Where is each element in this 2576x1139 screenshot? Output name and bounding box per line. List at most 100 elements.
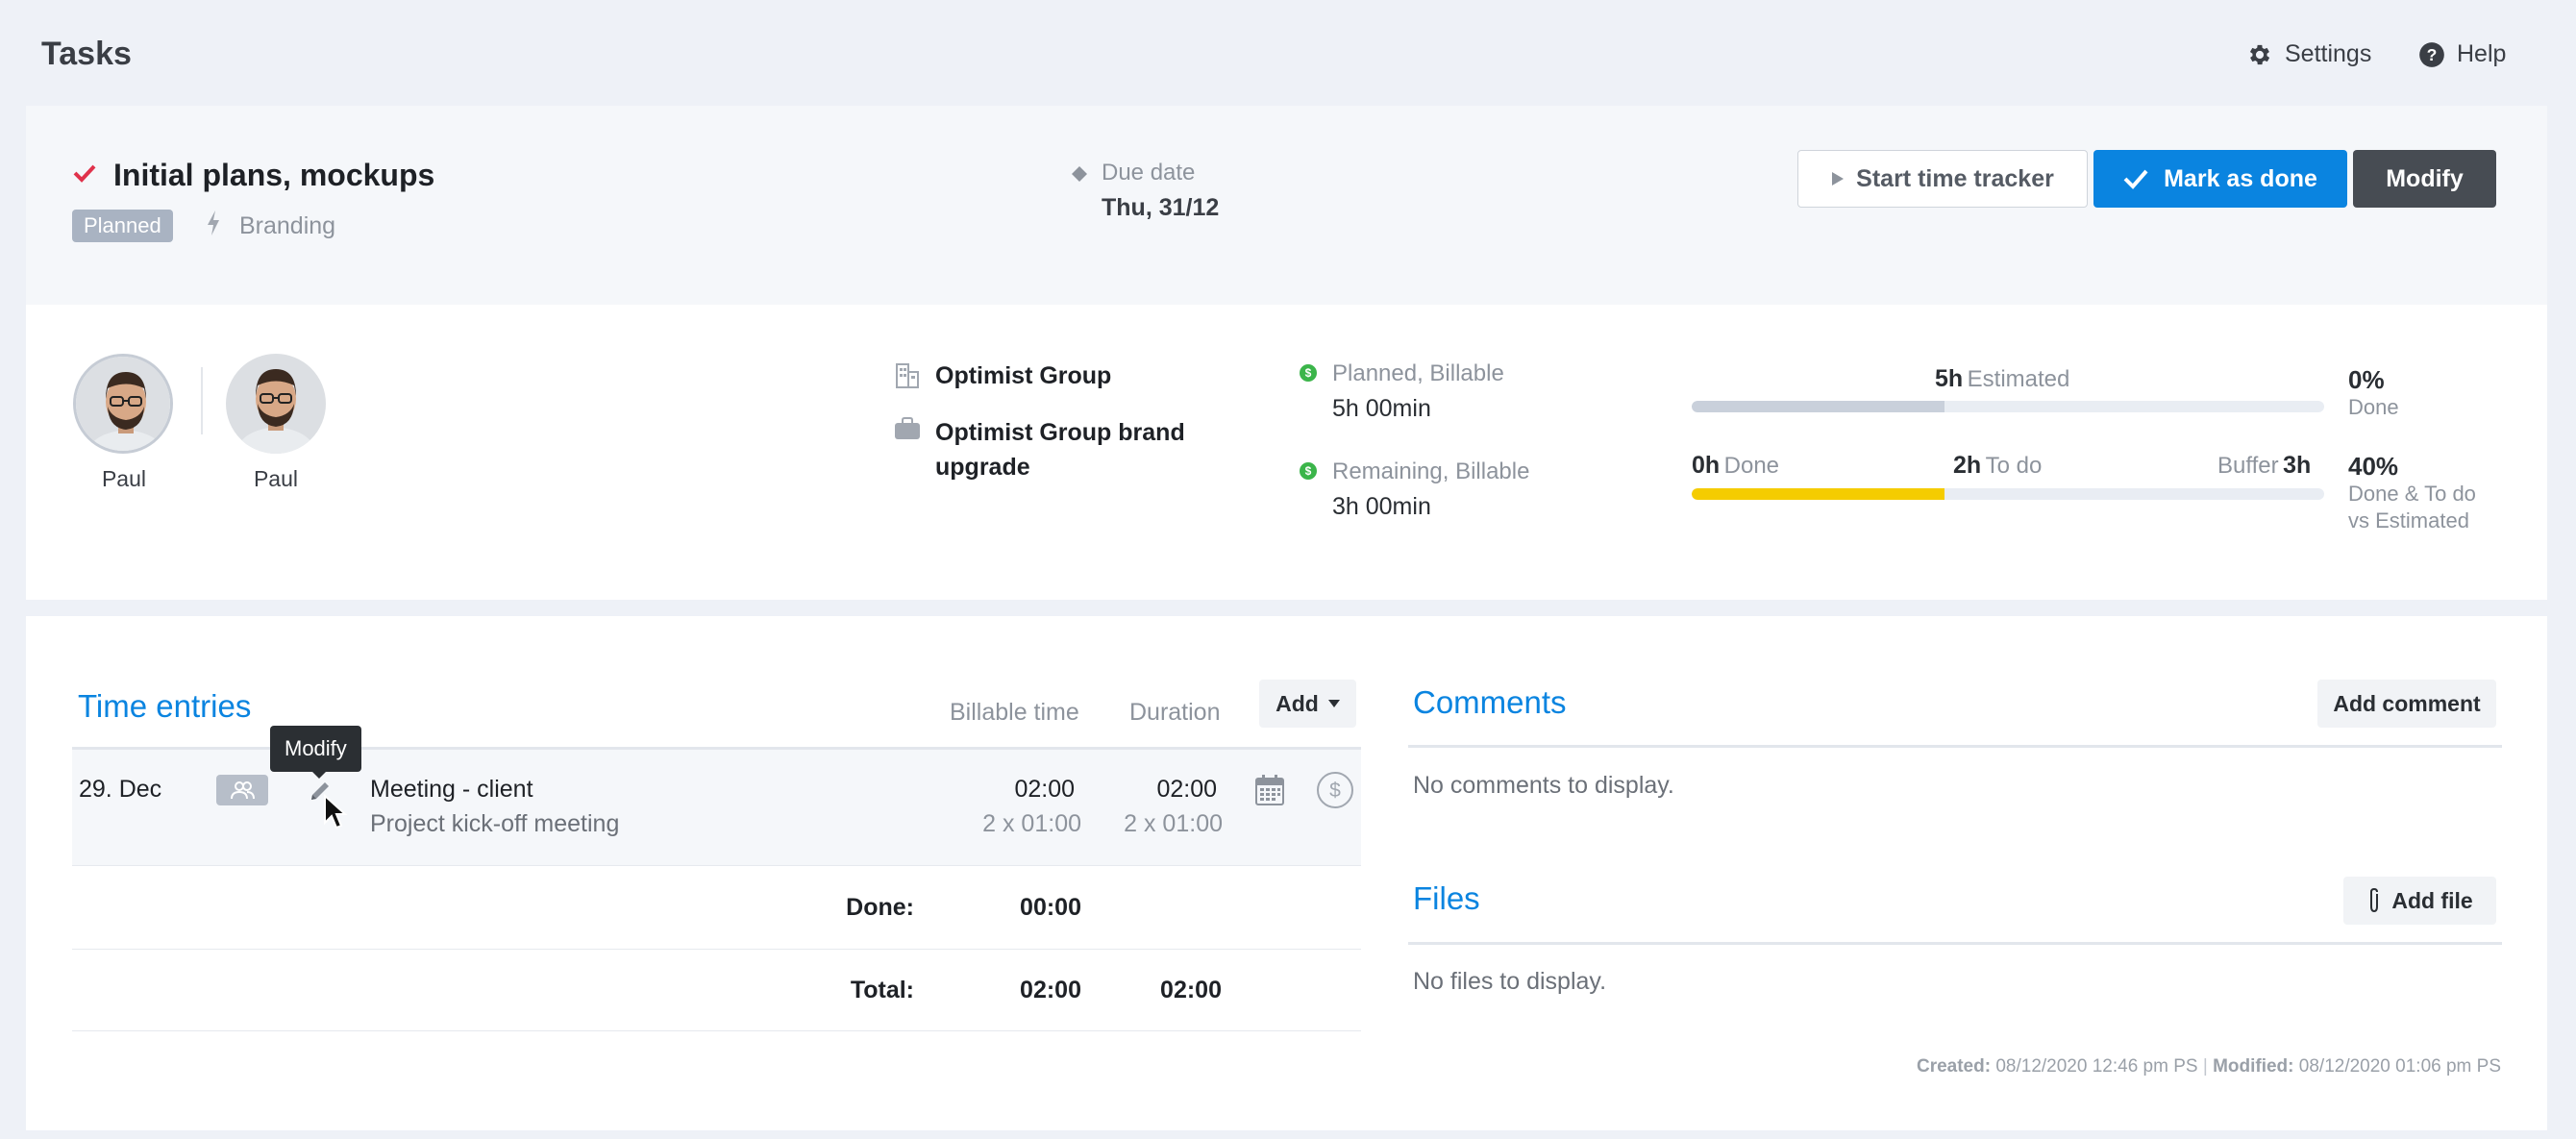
settings-link[interactable]: Settings — [2246, 40, 2371, 68]
project-name[interactable]: Optimist Group brand upgrade — [935, 415, 1214, 484]
comments-empty-message: No comments to display. — [1413, 772, 1674, 799]
billable-time-header: Billable time — [950, 699, 1079, 726]
mark-as-done-label: Mark as done — [2164, 164, 2317, 192]
start-time-tracker-button[interactable]: Start time tracker — [1797, 150, 2088, 208]
row-divider — [72, 949, 1361, 950]
start-time-tracker-label: Start time tracker — [1856, 164, 2054, 192]
estimated-bar-fill — [1692, 401, 1945, 412]
check-icon — [2123, 168, 2148, 189]
mark-as-done-button[interactable]: Mark as done — [2093, 150, 2347, 208]
done-percent-label: Done — [2348, 395, 2399, 419]
duration-header: Duration — [1129, 699, 1221, 726]
dollar-icon: $ — [1300, 462, 1317, 480]
created-label: Created: — [1916, 1056, 1992, 1077]
entry-date: 29. Dec — [79, 776, 162, 803]
estimated-hours: 5h — [1935, 365, 1964, 392]
calendar-icon[interactable] — [1255, 775, 1284, 805]
billable-dollar-icon[interactable]: $ — [1316, 771, 1354, 809]
diamond-icon — [1071, 165, 1088, 183]
table-row[interactable] — [72, 750, 1361, 865]
avatar-name: Paul — [101, 466, 147, 491]
row-divider — [72, 1030, 1361, 1031]
time-entries-title: Time entries — [78, 688, 252, 724]
combined-percent-line2: vs Estimated — [2348, 508, 2469, 532]
svg-text:$: $ — [1329, 780, 1341, 802]
comments-title: Comments — [1413, 684, 1567, 720]
avatar[interactable] — [226, 354, 326, 454]
help-label: Help — [2457, 40, 2507, 67]
settings-label: Settings — [2285, 40, 2372, 67]
modified-label: Modified: — [2213, 1056, 2294, 1077]
help-link[interactable]: ? Help — [2418, 40, 2506, 68]
planned-billable-value: 5h 00min — [1332, 395, 1431, 422]
combined-percent: 40% — [2348, 452, 2399, 481]
files-divider — [1408, 942, 2502, 945]
status-badge: Planned — [72, 210, 173, 242]
done-caption: 0h Done — [1692, 452, 1779, 480]
estimated-bar — [1692, 401, 2324, 412]
avatar-name: Paul — [253, 466, 299, 491]
entry-description: Project kick-off meeting — [370, 810, 620, 837]
buffer-label: Buffer — [2217, 453, 2279, 479]
todo-hours: 2h — [1953, 452, 1982, 479]
users-icon — [216, 775, 268, 805]
dollar-icon: $ — [1300, 364, 1317, 382]
entry-billable-time: 02:00 — [1014, 776, 1075, 803]
combined-percent-line1: Done & To do — [2348, 482, 2476, 506]
remaining-billable-value: 3h 00min — [1332, 493, 1431, 520]
add-file-button[interactable]: Add file — [2343, 877, 2496, 925]
progress-bar-fill — [1692, 488, 1945, 500]
help-icon: ? — [2418, 41, 2445, 68]
meta-separator: | — [2202, 1056, 2208, 1077]
total-billable-value: 02:00 — [1020, 977, 1081, 1003]
paperclip-icon — [2366, 887, 2382, 914]
files-title: Files — [1413, 880, 1480, 916]
files-empty-message: No files to display. — [1413, 968, 1607, 995]
page-title: Tasks — [41, 36, 132, 72]
created-modified-meta: Created: 08/12/2020 12:46 pm PS | Modifi… — [1917, 1056, 2501, 1077]
done-percent: 0% — [2348, 365, 2385, 394]
due-date-value: Thu, 31/12 — [1102, 194, 1220, 221]
add-label: Add — [1276, 690, 1319, 716]
row-divider — [72, 865, 1361, 866]
gear-icon — [2246, 41, 2273, 68]
progress-bar — [1692, 488, 2324, 500]
modified-value: 08/12/2020 01:06 pm PS — [2298, 1056, 2501, 1077]
done-hours: 0h — [1692, 452, 1721, 479]
done-label: Done — [1723, 453, 1780, 479]
done-sum-value: 00:00 — [1020, 894, 1081, 921]
modify-button[interactable]: Modify — [2353, 150, 2496, 208]
task-tag: Branding — [239, 212, 336, 239]
caret-down-icon — [1327, 700, 1340, 707]
created-value: 08/12/2020 12:46 pm PS — [1995, 1056, 2198, 1077]
client-name[interactable]: Optimist Group — [935, 362, 1111, 390]
avatar-divider — [201, 367, 203, 434]
due-date-label: Due date — [1102, 160, 1196, 186]
planned-billable-label: Planned, Billable — [1332, 360, 1504, 386]
modify-tooltip: Modify — [270, 726, 361, 772]
task-info-panel — [26, 305, 2547, 600]
add-time-entry-button[interactable]: Add — [1259, 680, 1356, 728]
mouse-cursor-icon — [323, 794, 348, 830]
svg-text:?: ? — [2427, 44, 2438, 63]
comments-divider — [1408, 745, 2502, 748]
entry-title: Meeting - client — [370, 776, 533, 803]
done-sum-label: Done: — [846, 894, 914, 921]
buffer-caption: Buffer 3h — [2217, 452, 2311, 480]
avatar[interactable] — [73, 354, 173, 454]
todo-caption: 2h To do — [1953, 452, 2042, 480]
bolt-icon — [205, 210, 222, 236]
entry-billable-detail: 2 x 01:00 — [982, 810, 1081, 837]
todo-label: To do — [1985, 453, 2043, 479]
building-icon — [895, 362, 920, 389]
briefcase-icon — [894, 417, 921, 440]
checkmark-icon — [73, 163, 96, 183]
estimated-caption: 5h Estimated — [1935, 365, 2069, 393]
add-comment-button[interactable]: Add comment — [2317, 680, 2496, 728]
play-icon — [1831, 171, 1845, 186]
entry-duration-detail: 2 x 01:00 — [1124, 810, 1223, 837]
task-title: Initial plans, mockups — [113, 158, 435, 192]
total-label: Total: — [850, 977, 914, 1003]
tooltip-arrow — [311, 771, 327, 779]
total-duration-value: 02:00 — [1160, 977, 1222, 1003]
